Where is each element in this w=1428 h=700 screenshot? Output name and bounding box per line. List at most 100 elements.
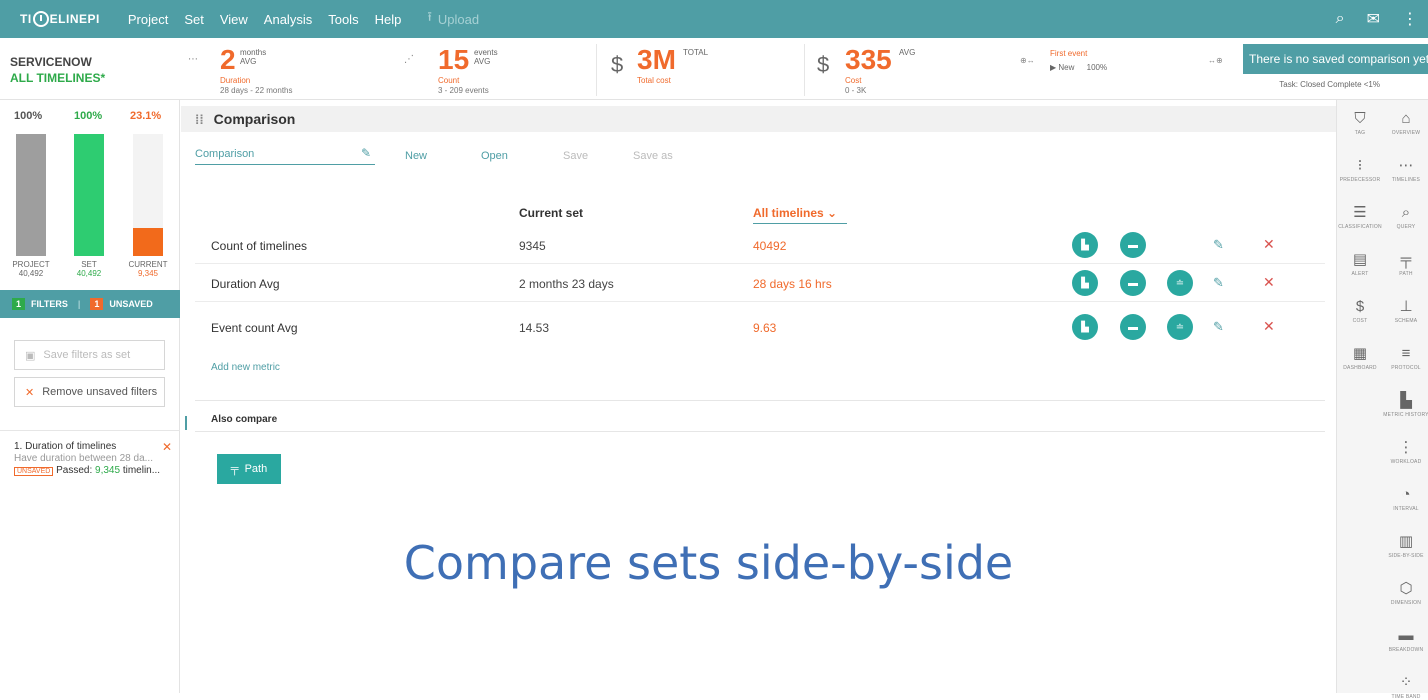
left-panel: 100% 100% 23.1% PROJECT 40,492 SET 40,49…: [0, 100, 180, 693]
rail-item-cost[interactable]: $ COST: [1337, 298, 1383, 324]
remove-filter-icon[interactable]: ✕: [162, 441, 172, 453]
comparison-toolbar: Comparison ✎ New Open Save Save as: [195, 144, 895, 168]
home-icon: ⌂: [1401, 110, 1411, 127]
rail-item-interval[interactable]: ◔ INTERVAL: [1383, 486, 1428, 512]
metric-history-icon[interactable]: ▙: [1072, 314, 1098, 340]
duration-stat[interactable]: ⋯ 2 months AVG Duration 28 days - 22 mon…: [180, 44, 380, 96]
save-filters-label: Save filters as set: [43, 349, 131, 361]
delete-icon[interactable]: ✕: [1263, 318, 1275, 335]
metric-label: Count of timelines: [211, 239, 308, 253]
rail-item-predecessor[interactable]: ⁝ PREDECESSOR: [1337, 157, 1383, 183]
set-bar-label: SET 40,492: [64, 260, 114, 278]
menu-help[interactable]: Help: [375, 12, 402, 27]
menu-view[interactable]: View: [220, 12, 248, 27]
drag-handle-icon[interactable]: ⁞⁞: [195, 112, 204, 127]
save-button[interactable]: Save: [563, 150, 588, 162]
delete-icon[interactable]: ✕: [1263, 236, 1275, 253]
upload-button[interactable]: ⭱ Upload: [427, 8, 479, 30]
metric-all: 9.63: [753, 321, 777, 335]
edit-icon[interactable]: ✎: [1213, 275, 1224, 291]
column-all-timelines-dropdown[interactable]: All timelines ⌄: [753, 206, 847, 224]
first-event-stat[interactable]: ⊕↔ First event ▶ New 100%: [1018, 44, 1198, 96]
comparison-header: ⁞⁞ Comparison: [181, 106, 1336, 132]
pct-set: 100%: [74, 110, 103, 122]
rail-item-timelines[interactable]: ⋯ TIMELINES: [1383, 157, 1428, 183]
menu-project[interactable]: Project: [128, 12, 168, 27]
distribution-icon[interactable]: ≐: [1167, 270, 1193, 296]
side-by-side-icon: ▥: [1398, 533, 1414, 550]
remove-filters-button[interactable]: ✕ Remove unsaved filters: [14, 377, 165, 407]
app-logo[interactable]: TI ELINEPI: [20, 11, 100, 27]
count-stat[interactable]: ⋰ 15 events AVG Count 3 - 209 events: [398, 44, 588, 96]
close-icon: ✕: [25, 386, 35, 399]
open-button[interactable]: Open: [481, 150, 508, 162]
current-bar[interactable]: [133, 134, 163, 256]
rail-item-metric-history[interactable]: ▙ METRIC HISTORY: [1383, 392, 1428, 418]
rail-item-query[interactable]: ⌕ QUERY: [1383, 204, 1428, 230]
rail-item-side-by-side[interactable]: ▥ SIDE-BY-SIDE: [1383, 533, 1428, 559]
comparison-name-field[interactable]: Comparison: [195, 148, 375, 165]
cost-value: 335: [845, 44, 892, 75]
search-icon[interactable]: ⌕: [1336, 10, 1345, 28]
set-bar[interactable]: [74, 134, 104, 256]
rail-item-tag[interactable]: ⛉ TAG: [1337, 110, 1383, 136]
card-icon[interactable]: ▬: [1120, 270, 1146, 296]
cost-range: 0 - 3K: [845, 86, 867, 95]
rail-item-protocol[interactable]: ≡ PROTOCOL: [1383, 345, 1428, 371]
mail-icon[interactable]: ✉: [1367, 9, 1380, 29]
distribution-icon[interactable]: ≐: [1167, 314, 1193, 340]
more-vert-icon[interactable]: ⋮: [1402, 9, 1418, 29]
rail-item-workload[interactable]: ⋮ WORKLOAD: [1383, 439, 1428, 465]
edit-icon[interactable]: ✎: [1213, 319, 1224, 335]
metric-label: Event count Avg: [211, 321, 298, 335]
predecessor-icon: ⁝: [1357, 157, 1363, 174]
rail-item-time-band[interactable]: ⁘ TIME BAND: [1383, 674, 1428, 700]
new-button[interactable]: New: [405, 150, 427, 162]
rail-item-overview[interactable]: ⌂ OVERVIEW: [1383, 110, 1428, 136]
last-event-icon: ↔⊕: [1208, 56, 1223, 65]
tag-icon: ⛉: [1354, 110, 1366, 127]
edit-name-icon[interactable]: ✎: [361, 146, 371, 160]
rail-item-path[interactable]: ╤ PATH: [1383, 251, 1428, 277]
save-filters-button[interactable]: ▣ Save filters as set: [14, 340, 165, 370]
menu-set[interactable]: Set: [184, 12, 204, 27]
total-cost-stat[interactable]: $ 3M TOTAL Total cost: [596, 44, 796, 96]
total-cost-value: 3M: [637, 44, 676, 75]
card-icon[interactable]: ▬: [1120, 232, 1146, 258]
edit-icon[interactable]: ✎: [1213, 237, 1224, 253]
cost-stat[interactable]: $ 335 AVG Cost 0 - 3K: [804, 44, 1004, 96]
menu-tools[interactable]: Tools: [328, 12, 358, 27]
metric-history-icon: ▙: [1400, 392, 1412, 409]
rail-item-label: CLASSIFICATION: [1338, 224, 1382, 230]
metric-history-icon[interactable]: ▙: [1072, 232, 1098, 258]
card-icon[interactable]: ▬: [1120, 314, 1146, 340]
project-bar[interactable]: [16, 134, 46, 256]
menu-analysis[interactable]: Analysis: [264, 12, 312, 27]
rail-item-schema[interactable]: ⊥ SCHEMA: [1383, 298, 1428, 324]
rail-item-alert[interactable]: ▤ ALERT: [1337, 251, 1383, 277]
pct-current: 23.1%: [130, 110, 162, 122]
path-button[interactable]: ╤ Path: [217, 454, 281, 484]
filter-item[interactable]: 1. Duration of timelines Have duration b…: [0, 430, 180, 488]
filters-count: 1: [12, 298, 26, 310]
delete-icon[interactable]: ✕: [1263, 274, 1275, 291]
unsaved-count: 1: [90, 298, 104, 310]
metric-label: Duration Avg: [211, 277, 280, 291]
save-as-button[interactable]: Save as: [633, 150, 673, 162]
cost-icon: $: [1355, 298, 1365, 315]
path-icon: ╤: [230, 463, 239, 475]
filters-bar[interactable]: 1 FILTERS | 1 UNSAVED: [0, 290, 180, 318]
project-info[interactable]: SERVICENOW ALL TIMELINES*: [10, 54, 105, 86]
metric-history-icon[interactable]: ▙: [1072, 270, 1098, 296]
rail-item-dimension[interactable]: ⬡ DIMENSION: [1383, 580, 1428, 606]
first-event-value: New: [1058, 63, 1075, 72]
unsaved-badge: UNSAVED: [14, 467, 54, 476]
add-metric-link[interactable]: Add new metric: [211, 362, 280, 373]
rail-item-dashboard[interactable]: ▦ DASHBOARD: [1337, 345, 1383, 371]
rail-item-label: TIME BAND: [1391, 694, 1421, 700]
rail-item-breakdown[interactable]: ▬ BREAKDOWN: [1383, 627, 1428, 653]
count-unit: events: [474, 48, 498, 57]
rail-item-classification[interactable]: ☰ CLASSIFICATION: [1337, 204, 1383, 230]
cost-currency: $: [817, 52, 830, 77]
metric-current: 2 months 23 days: [519, 277, 614, 291]
